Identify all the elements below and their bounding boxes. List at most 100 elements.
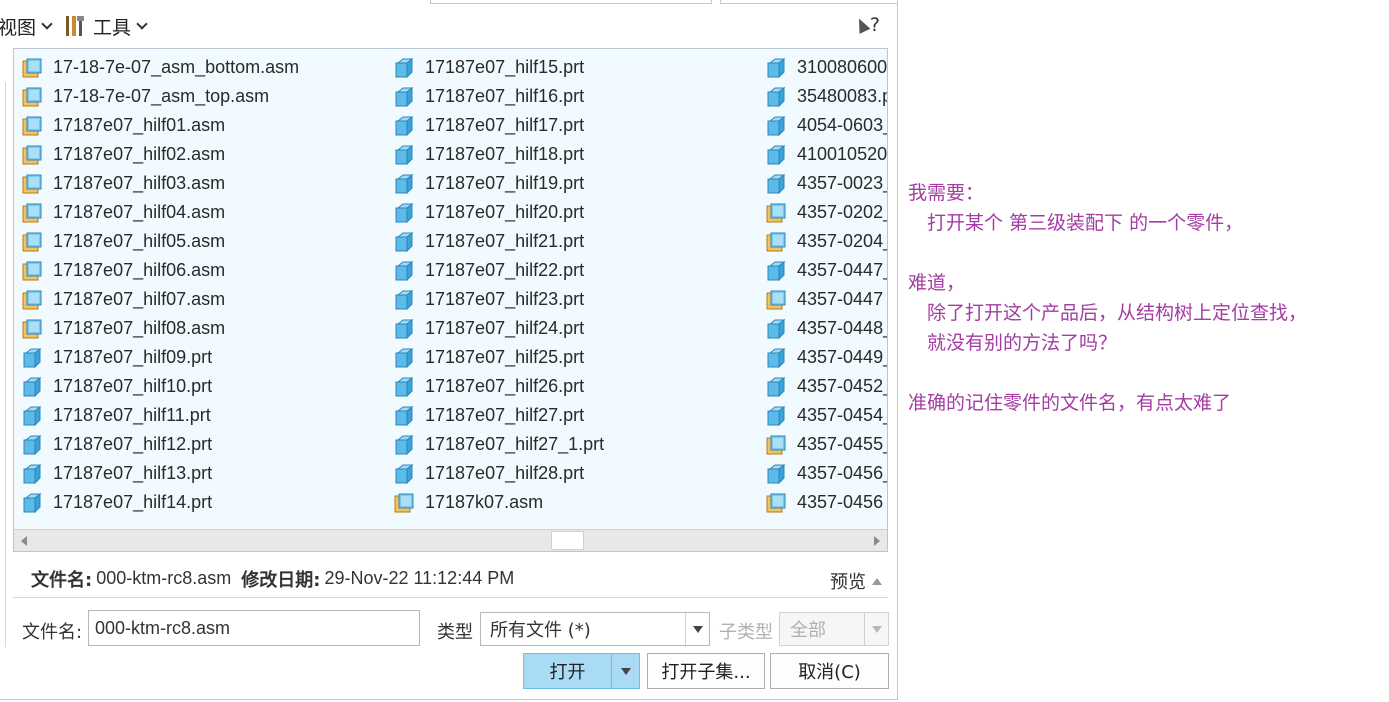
- preview-toggle[interactable]: 预览: [830, 568, 882, 594]
- file-list-item[interactable]: 4357-0447_: [766, 256, 887, 285]
- file-list-item[interactable]: 17187e07_hilf13.prt: [22, 459, 384, 488]
- file-list-item[interactable]: 4357-0456: [766, 488, 887, 517]
- part-icon: [767, 144, 786, 165]
- assembly-icon: [22, 58, 42, 77]
- file-list-item[interactable]: 17187e07_hilf22.prt: [394, 256, 756, 285]
- file-list-item[interactable]: 17187e07_hilf06.asm: [22, 256, 384, 285]
- whats-this-help-icon[interactable]: ?: [850, 12, 880, 38]
- file-list-item[interactable]: 17187e07_hilf21.prt: [394, 227, 756, 256]
- file-list-item[interactable]: 17187e07_hilf11.prt: [22, 401, 384, 430]
- assembly-icon: [766, 493, 786, 512]
- file-list-item[interactable]: 4357-0449_: [766, 343, 887, 372]
- file-list-item[interactable]: 4357-0452_: [766, 372, 887, 401]
- filename-input[interactable]: 000-ktm-rc8.asm: [88, 610, 420, 646]
- open-button-label: 打开: [549, 662, 586, 683]
- file-list-item[interactable]: 4357-0455_: [766, 430, 888, 459]
- file-list-item[interactable]: 17187e07_hilf17.prt: [394, 111, 756, 140]
- file-name: 4357-0023_: [797, 173, 888, 193]
- file-name: 17187e07_hilf19.prt: [425, 173, 585, 193]
- file-name: 17187e07_hilf05.asm: [53, 231, 226, 251]
- open-subset-button-label: 打开子集...: [661, 662, 751, 683]
- open-options-dropdown-button[interactable]: [611, 653, 640, 689]
- file-list-item[interactable]: 17187e07_hilf08.asm: [22, 314, 384, 343]
- scroll-left-button[interactable]: [14, 530, 34, 551]
- annotation-line: 除了打开这个产品后，从结构树上定位查找，: [927, 302, 1308, 324]
- file-list-item[interactable]: 4357-0454_: [766, 401, 887, 430]
- file-list-item[interactable]: 4054-0603_: [766, 111, 887, 140]
- file-list-item[interactable]: 17187e07_hilf10.prt: [22, 372, 384, 401]
- file-list-item[interactable]: 35480083.p: [766, 82, 887, 111]
- file-list-item[interactable]: 4357-0202_: [766, 198, 888, 227]
- file-list-item[interactable]: 17187e07_hilf04.asm: [22, 198, 384, 227]
- file-column-3: 310080600 35480083.p 4054-0603_ 410010520 43…: [766, 53, 888, 517]
- info-filename-value: 000-ktm-rc8.asm: [96, 568, 232, 588]
- assembly-icon: [22, 145, 42, 164]
- file-list-item[interactable]: 17187e07_hilf15.prt: [394, 53, 756, 82]
- file-list-item[interactable]: 310080600: [766, 53, 888, 82]
- file-name: 17187k07.asm: [425, 492, 544, 512]
- horizontal-scrollbar[interactable]: [14, 529, 887, 551]
- part-icon: [395, 231, 414, 252]
- file-list-item[interactable]: 17187e07_hilf02.asm: [22, 140, 384, 169]
- file-list-item[interactable]: 17-18-7e-07_asm_top.asm: [22, 82, 384, 111]
- file-list-item[interactable]: 4357-0456_: [766, 459, 887, 488]
- file-list-item[interactable]: 17187e07_hilf27_1.prt: [394, 430, 756, 459]
- cancel-button[interactable]: 取消(C): [770, 653, 889, 689]
- file-list-item[interactable]: 17187e07_hilf19.prt: [394, 169, 756, 198]
- part-icon: [395, 115, 414, 136]
- file-list-item[interactable]: 17-18-7e-07_asm_bottom.asm: [22, 53, 384, 82]
- file-name: 17187e07_hilf27.prt: [425, 405, 585, 425]
- file-name: 17187e07_hilf11.prt: [53, 405, 211, 425]
- file-list-item[interactable]: 17187e07_hilf23.prt: [394, 285, 756, 314]
- part-icon: [395, 260, 414, 281]
- file-list-item[interactable]: 17187e07_hilf18.prt: [394, 140, 756, 169]
- file-column-2: 17187e07_hilf15.prt 17187e07_hilf16.prt 17…: [394, 53, 756, 517]
- file-list-item[interactable]: 17187k07.asm: [394, 488, 756, 517]
- assembly-icon: [394, 493, 414, 512]
- file-list-item[interactable]: 17187e07_hilf27.prt: [394, 401, 756, 430]
- file-list-item[interactable]: 17187e07_hilf24.prt: [394, 314, 756, 343]
- file-list-item[interactable]: 17187e07_hilf28.prt: [394, 459, 756, 488]
- file-list-item[interactable]: 17187e07_hilf05.asm: [22, 227, 384, 256]
- file-list-item[interactable]: 4357-0204_: [766, 227, 887, 256]
- info-filename-label: 文件名:: [31, 569, 93, 591]
- look-in-field[interactable]: [430, 0, 712, 4]
- type-select[interactable]: 所有文件 (*): [480, 612, 710, 646]
- file-list-item[interactable]: 4357-0448_: [766, 314, 887, 343]
- file-list-item[interactable]: 410010520: [766, 140, 887, 169]
- file-name: 17187e07_hilf26.prt: [425, 376, 585, 396]
- view-menu-button[interactable]: 视图: [0, 12, 53, 40]
- open-subset-button[interactable]: 打开子集...: [647, 653, 765, 689]
- file-name: 4357-0202_: [797, 202, 888, 222]
- file-name: 4357-0455_: [797, 434, 888, 454]
- open-button[interactable]: 打开: [523, 653, 612, 689]
- dropdown-arrow-icon: [692, 625, 703, 633]
- file-list-panel[interactable]: 17-18-7e-07_asm_bottom.asm 17-18-7e-07_as…: [13, 48, 888, 552]
- file-list-item[interactable]: 17187e07_hilf12.prt: [22, 430, 384, 459]
- assembly-icon: [22, 232, 42, 251]
- tools-menu-button[interactable]: 工具: [64, 12, 148, 40]
- navigator-pane-edge: [0, 82, 6, 647]
- file-list-item[interactable]: 17187e07_hilf20.prt: [394, 198, 756, 227]
- part-icon: [395, 202, 414, 223]
- tools-icon: [66, 16, 84, 36]
- file-name: 310080600: [797, 57, 888, 77]
- type-dropdown-button[interactable]: [685, 613, 709, 645]
- file-name: 17187e07_hilf22.prt: [425, 260, 585, 280]
- file-list-item[interactable]: 17187e07_hilf01.asm: [22, 111, 384, 140]
- part-icon: [767, 405, 786, 426]
- file-list-item[interactable]: 17187e07_hilf07.asm: [22, 285, 384, 314]
- file-list-item[interactable]: 4357-0447: [766, 285, 887, 314]
- search-field[interactable]: [720, 0, 898, 4]
- file-list-item[interactable]: 17187e07_hilf03.asm: [22, 169, 384, 198]
- file-list-item[interactable]: 17187e07_hilf25.prt: [394, 343, 756, 372]
- scroll-right-button[interactable]: [867, 530, 887, 551]
- file-list-item[interactable]: 17187e07_hilf16.prt: [394, 82, 756, 111]
- chevron-down-icon: [136, 18, 148, 30]
- file-list-item[interactable]: 17187e07_hilf14.prt: [22, 488, 384, 517]
- file-list-item[interactable]: 17187e07_hilf09.prt: [22, 343, 384, 372]
- scrollbar-thumb[interactable]: [551, 531, 584, 550]
- file-list-item[interactable]: 4357-0023_: [766, 169, 888, 198]
- file-list-item[interactable]: 17187e07_hilf26.prt: [394, 372, 756, 401]
- part-icon: [395, 57, 414, 78]
